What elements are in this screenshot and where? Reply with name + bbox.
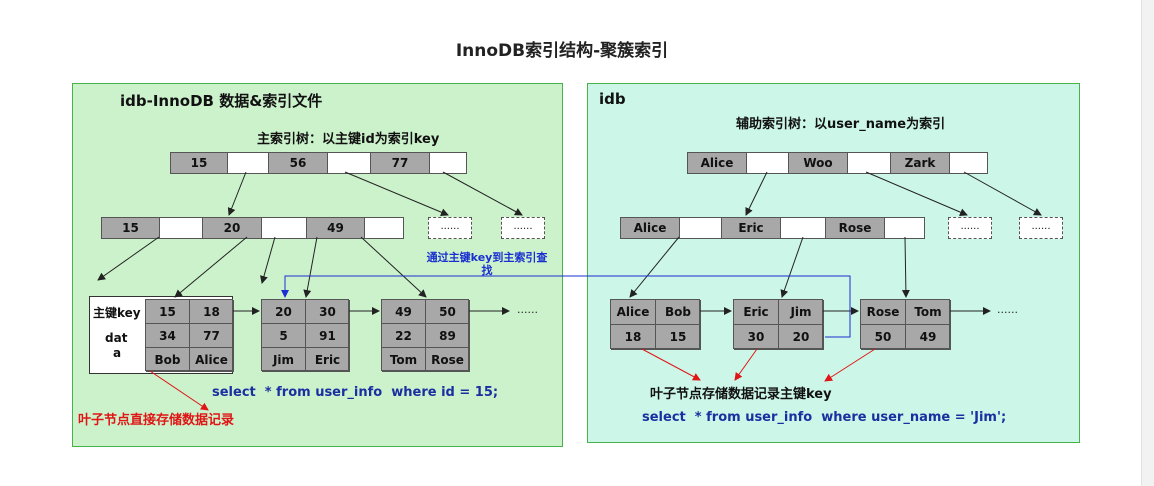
connector-lines: [97, 171, 1042, 411]
